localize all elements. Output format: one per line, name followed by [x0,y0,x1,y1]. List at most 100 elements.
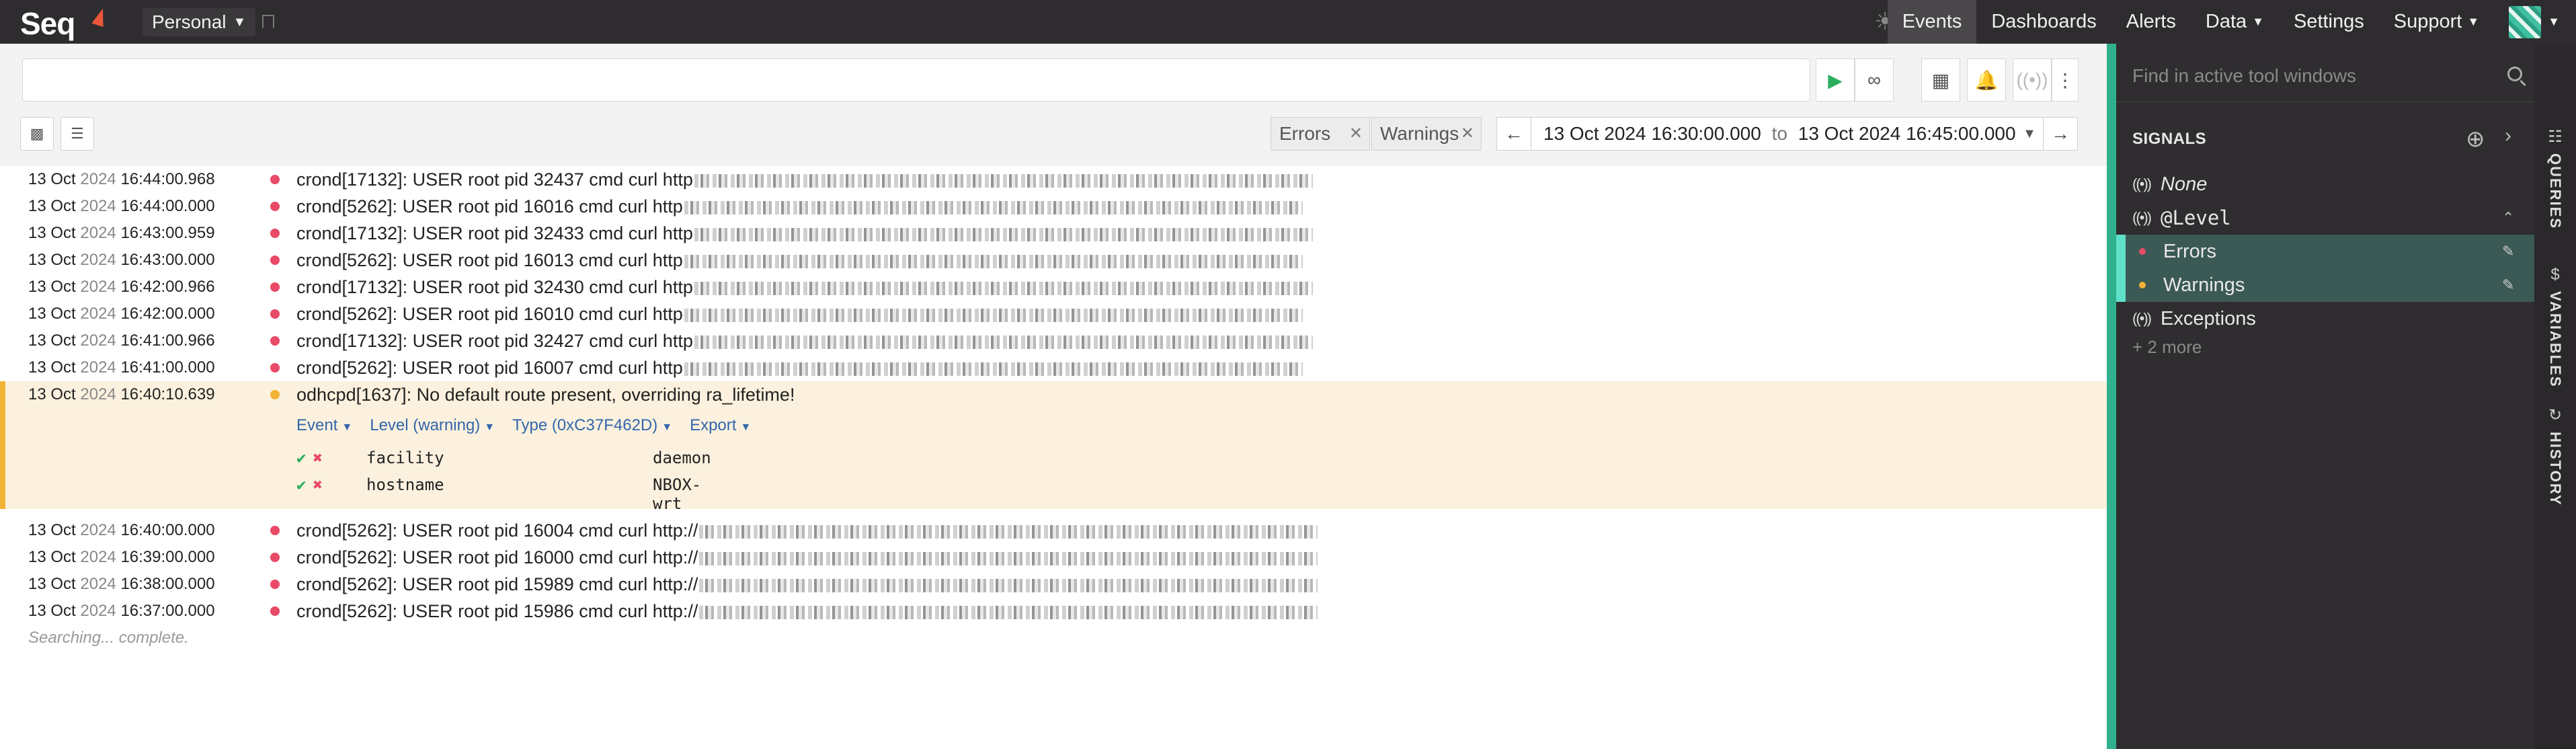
event-timestamp: 13 Oct 2024 16:44:00.968 [28,170,215,188]
chevron-right-icon[interactable]: › [2505,124,2511,147]
panel-search-input[interactable]: Find in active tool windows [2132,65,2356,87]
nav-dashboards[interactable]: Dashboards [1976,0,2111,44]
signal-label: None [2161,173,2208,195]
search-input[interactable] [22,58,1810,102]
event-menu[interactable]: Event ▼ [296,416,352,435]
level-error-indicator [2139,248,2146,255]
panel-resize-handle[interactable] [2107,44,2116,749]
level-error-indicator [270,526,280,535]
event-actions: Event ▼ Level (warning) ▼ Type (0xC37F462D… [296,416,751,435]
event-message: crond[5262]: USER root pid 16004 cmd cur… [296,517,1318,544]
signal-icon: ((•)) [2132,310,2152,327]
close-icon[interactable]: ✕ [1349,118,1363,150]
event-list: 13 Oct 2024 16:44:00.968 crond[17132]: US… [0,166,2107,652]
signal-icon: ((•)) [2132,175,2152,192]
search-icon[interactable] [2507,67,2522,81]
signal-broadcast-icon[interactable]: ((•)) [2013,58,2052,102]
table-row[interactable]: 13 Oct 2024 16:39:00.000 crond[5262]: USE… [0,544,2107,571]
column-toggle-icon[interactable]: ☰ [61,117,94,151]
chevron-down-icon[interactable]: ▼ [2016,118,2043,150]
add-signal-icon[interactable]: ⊕ [2466,126,2485,153]
signal-warnings[interactable]: Warnings ✎ [2116,268,2534,302]
user-avatar[interactable] [2509,5,2542,38]
nav-events[interactable]: Events [1887,0,1977,44]
table-row[interactable]: 13 Oct 2024 16:43:00.959 crond[17132]: US… [0,220,2107,247]
redacted-url [699,605,1318,619]
table-row[interactable]: 13 Oct 2024 16:42:00.966 crond[17132]: US… [0,274,2107,301]
date-range-picker[interactable]: ← 13 Oct 2024 16:30:00.000 to 13 Oct 202… [1496,117,2078,151]
table-row[interactable]: 13 Oct 2024 16:43:00.000 crond[5262]: USE… [0,247,2107,274]
seq-logo-flame-icon [91,6,109,28]
active-signal-marker [2116,268,2126,302]
export-menu[interactable]: Export ▼ [690,416,751,435]
property-key: hostname [366,475,444,494]
add-alert-icon[interactable]: 🔔 [1967,58,2006,102]
level-warning-indicator [2139,282,2146,288]
expanded-event[interactable]: 13 Oct 2024 16:40:10.639 odhcpd[1637]: N… [0,381,2107,513]
type-menu[interactable]: Type (0xC37F462D) ▼ [512,416,672,435]
date-range-text[interactable]: 13 Oct 2024 16:30:00.000 to 13 Oct 2024 … [1531,118,2016,150]
event-timestamp: 13 Oct 2024 16:42:00.000 [28,305,215,323]
histogram-toggle-icon[interactable]: ▩ [20,117,54,151]
chevron-down-icon[interactable]: ▼ [2548,15,2560,29]
more-options-icon[interactable]: ⋮ [2052,58,2079,102]
event-timestamp: 13 Oct 2024 16:39:00.000 [28,548,215,566]
table-row[interactable]: 13 Oct 2024 16:41:00.966 crond[17132]: US… [0,327,2107,354]
table-row[interactable]: 13 Oct 2024 16:42:00.000 crond[5262]: USE… [0,301,2107,327]
close-icon[interactable]: ✕ [1461,118,1474,150]
more-signals-link[interactable]: + 2 more [2132,337,2202,358]
signal-errors[interactable]: Errors ✎ [2116,235,2534,268]
link-icon[interactable]: ∞ [1855,58,1894,102]
level-error-indicator [270,282,280,292]
exclude-filter-icon[interactable]: ✖ [313,448,322,467]
chevron-down-icon: ▼ [484,422,495,433]
table-row[interactable]: 13 Oct 2024 16:40:10.639 odhcpd[1637]: N… [5,381,2107,408]
signal-none[interactable]: ((•)) None [2116,167,2534,201]
property-row: ✔ ✖ hostname NBOX-wrt [296,475,701,513]
tab-history[interactable]: ↻ HISTORY [2534,405,2576,506]
level-menu[interactable]: Level (warning) ▼ [370,416,495,435]
include-filter-icon[interactable]: ✔ [296,475,306,494]
redacted-url [684,200,1303,214]
next-range-icon[interactable]: → [2043,118,2077,150]
table-row[interactable]: 13 Oct 2024 16:44:00.000 crond[5262]: USE… [0,193,2107,220]
queries-icon: ☷ [2548,128,2563,146]
chevron-up-icon[interactable]: ⌃ [2502,201,2514,235]
seq-logo[interactable]: Seq [20,5,75,42]
workspace-selector[interactable]: Personal ▼ [143,8,256,36]
table-row[interactable]: 13 Oct 2024 16:44:00.968 crond[17132]: US… [0,166,2107,193]
filter-chip-errors[interactable]: Errors ✕ [1271,117,1370,151]
filter-chip-label: Warnings [1380,123,1459,144]
level-error-indicator [270,202,280,211]
table-row[interactable]: 13 Oct 2024 16:38:00.000 crond[5262]: USE… [0,571,2107,598]
nav-data[interactable]: Data ▼ [2191,0,2279,44]
active-signal-marker [2116,235,2126,268]
nav-alerts[interactable]: Alerts [2111,0,2191,44]
previous-range-icon[interactable]: ← [1497,118,1531,150]
run-query-button[interactable]: ▶ [1816,58,1855,102]
nav-settings[interactable]: Settings [2279,0,2379,44]
filter-chip-warnings[interactable]: Warnings ✕ [1371,117,1482,151]
edit-icon[interactable]: ✎ [2502,235,2514,268]
table-row[interactable]: 13 Oct 2024 16:40:00.000 crond[5262]: USE… [0,517,2107,544]
signal-group-level[interactable]: ((•)) @Level ⌃ [2116,201,2534,235]
bookmark-icon[interactable] [262,15,274,28]
edit-icon[interactable]: ✎ [2502,268,2514,302]
event-message: crond[5262]: USER root pid 16016 cmd cur… [296,193,1303,220]
tab-queries[interactable]: ☷ QUERIES [2534,127,2576,229]
signals-panel: Find in active tool windows SIGNALS ⊕ › … [2116,44,2534,749]
history-icon: ↻ [2548,406,2563,424]
table-row[interactable]: 13 Oct 2024 16:41:00.000 crond[5262]: USE… [0,354,2107,381]
property-value: daemon [653,448,711,467]
include-filter-icon[interactable]: ✔ [296,448,306,467]
chevron-down-icon: ▼ [740,422,752,433]
tab-variables[interactable]: $ VARIABLES [2534,266,2576,388]
exclude-filter-icon[interactable]: ✖ [313,475,322,494]
signal-exceptions[interactable]: ((•)) Exceptions [2116,302,2534,336]
chevron-down-icon: ▼ [2467,15,2480,28]
event-message: crond[5262]: USER root pid 15986 cmd cur… [296,598,1318,625]
nav-support[interactable]: Support ▼ [2379,0,2494,44]
signal-icon: ((•)) [2132,209,2152,226]
table-row[interactable]: 13 Oct 2024 16:37:00.000 crond[5262]: USE… [0,598,2107,625]
add-to-dashboard-icon[interactable]: ▦ [1921,58,1960,102]
